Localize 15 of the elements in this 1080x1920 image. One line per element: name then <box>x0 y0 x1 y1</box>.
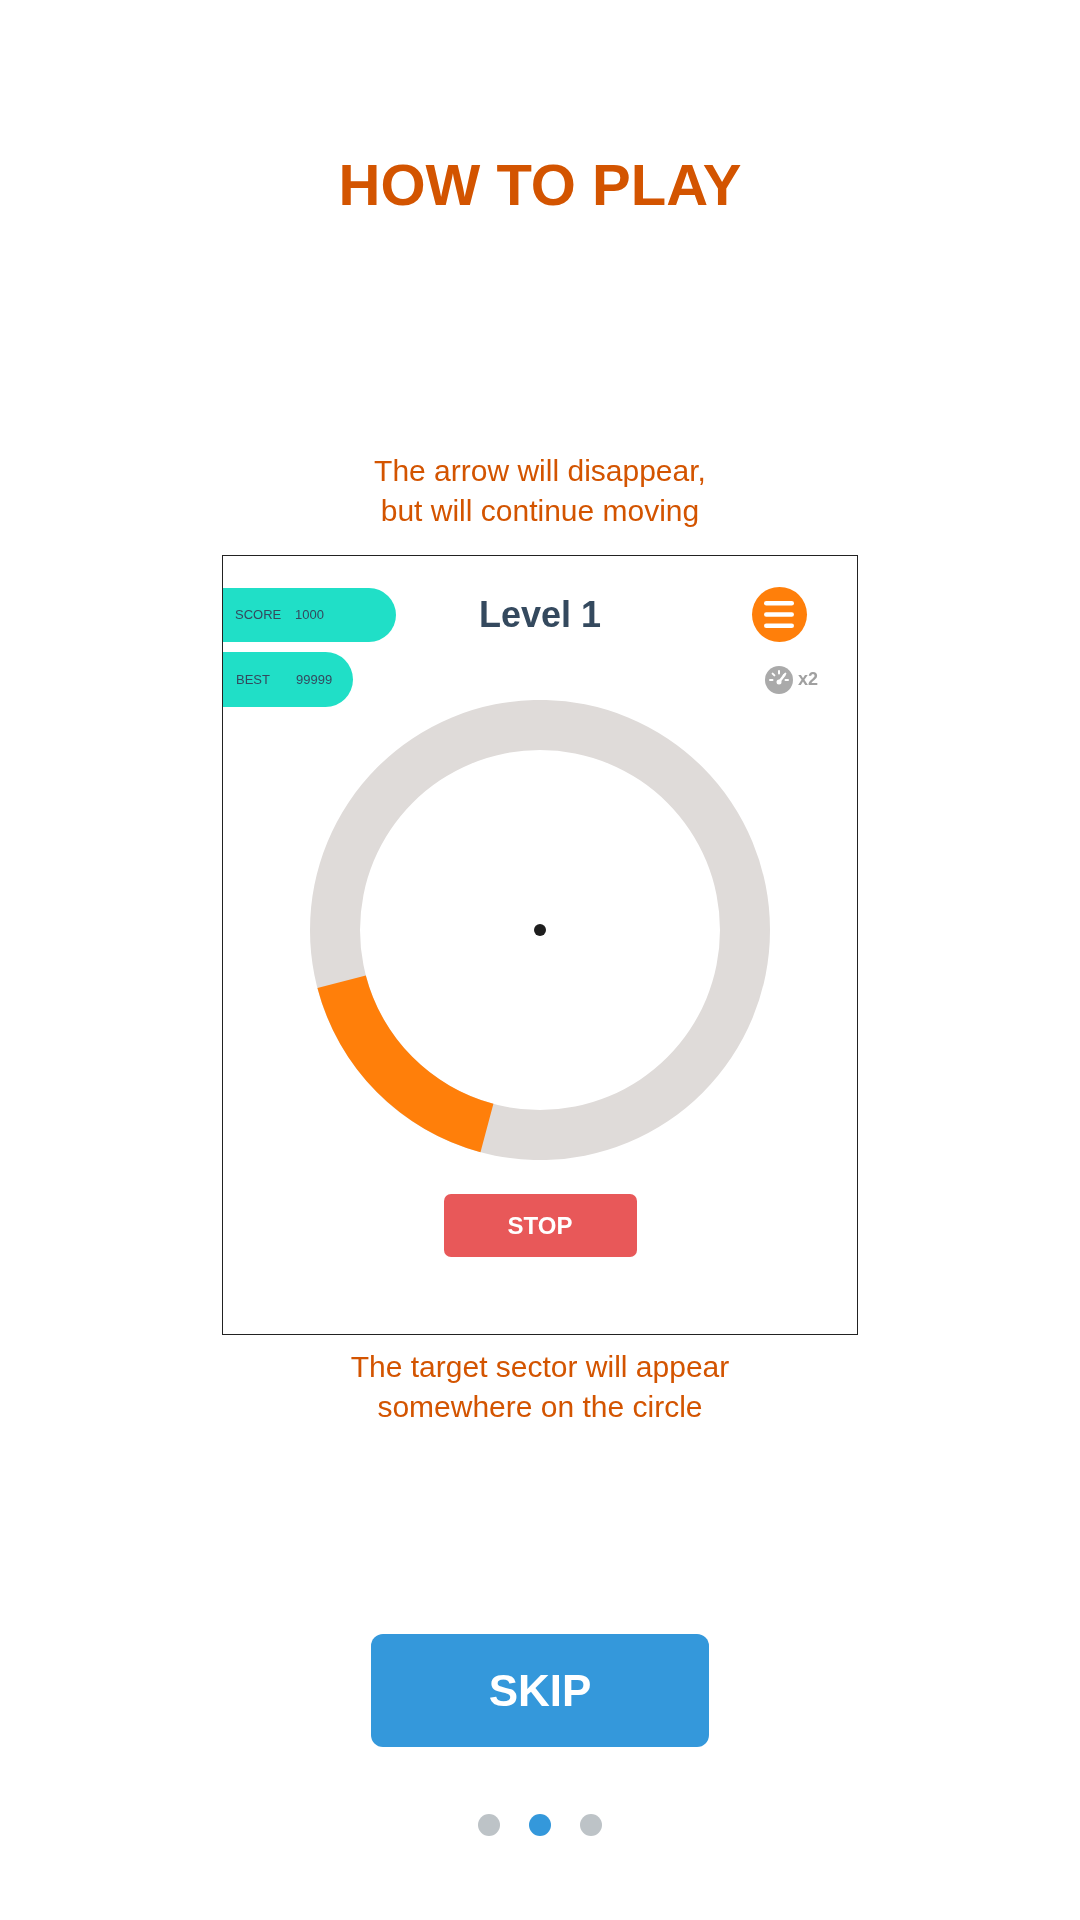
level-title: Level 1 <box>478 596 602 633</box>
center-dot-icon <box>534 924 546 936</box>
stop-button[interactable]: STOP <box>443 1194 637 1257</box>
best-value: 99999 <box>296 670 333 689</box>
score-label: SCORE <box>235 605 283 624</box>
score-value: 1000 <box>295 605 324 624</box>
instruction-text: The arrow will disappear, but will continue moving <box>374 453 706 529</box>
speedometer-icon <box>764 665 793 694</box>
skip-button[interactable]: SKIP <box>371 1634 709 1747</box>
speed-multiplier: x2 <box>797 668 818 691</box>
menu-button[interactable] <box>752 587 807 642</box>
page-title: HOW TO PLAY <box>338 156 742 214</box>
menu-icon <box>764 601 795 628</box>
instruction-text: The target sector will appear somewhere on the circle <box>350 1349 730 1425</box>
best-label: BEST <box>236 670 271 689</box>
